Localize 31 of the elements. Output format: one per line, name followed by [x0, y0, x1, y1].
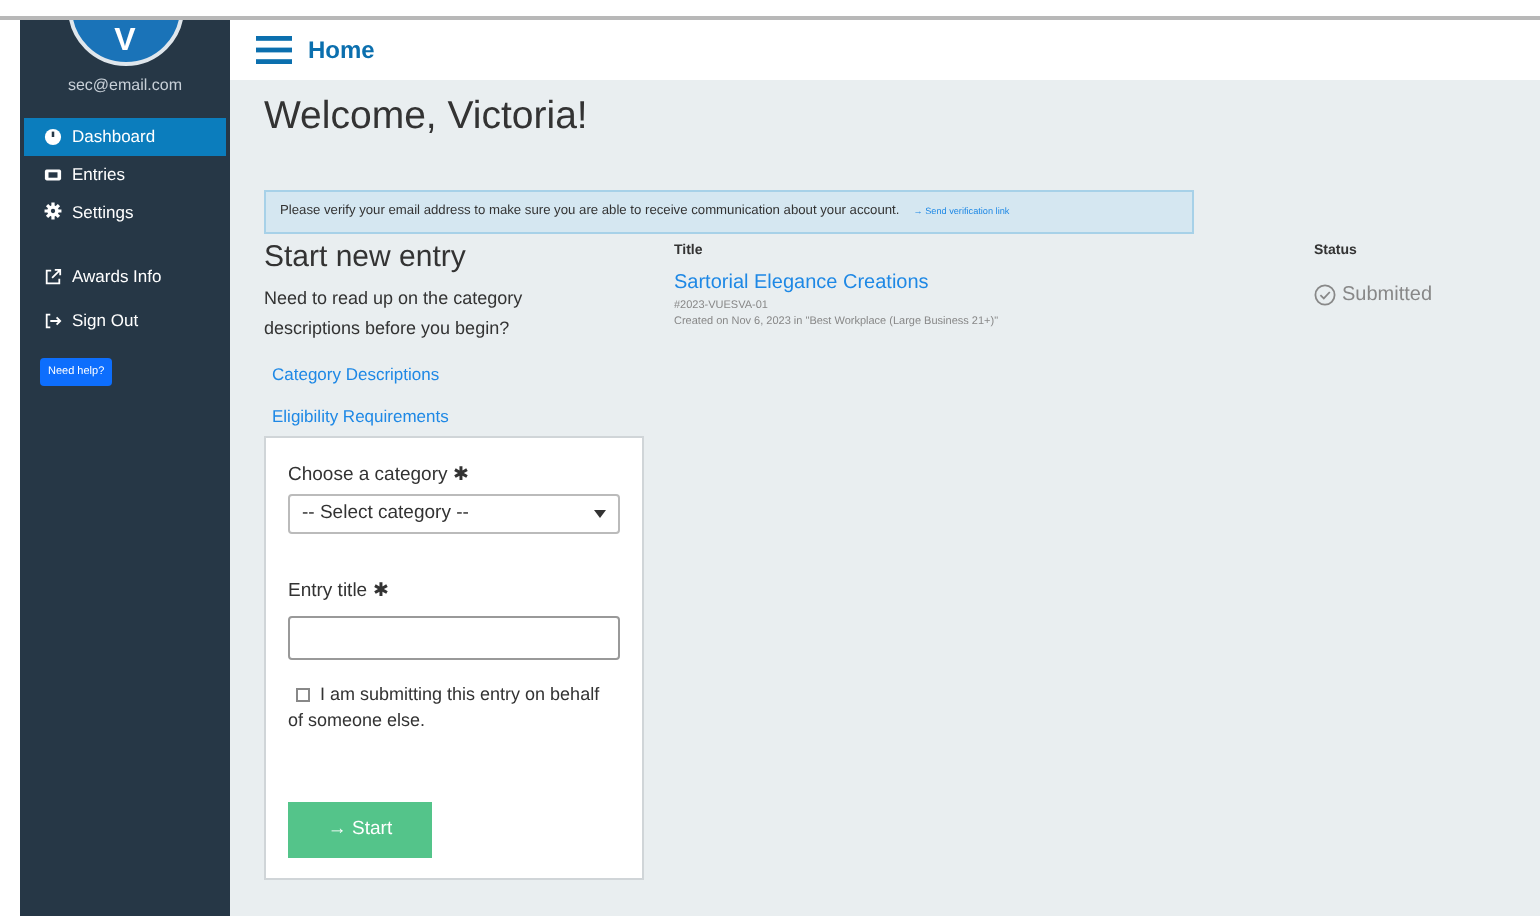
- intro-text: Need to read up on the category descriptions before you begin?: [264, 285, 525, 342]
- sidebar-item[interactable]: Settings: [24, 193, 226, 231]
- required-mark: ✱: [372, 580, 389, 603]
- sign-out-icon: [44, 311, 62, 330]
- caret-icon: [594, 510, 606, 519]
- sidebar-item[interactable]: Entries: [24, 155, 226, 193]
- status-text: Submitted: [1342, 281, 1433, 310]
- avatar: V: [67, 20, 183, 66]
- sidebar-link[interactable]: Awards Info: [24, 258, 226, 296]
- category-select[interactable]: -- Select category --: [288, 494, 620, 535]
- menu-icon[interactable]: [256, 36, 292, 64]
- required-mark: ✱: [452, 464, 469, 487]
- field-label: Choose a category: [288, 464, 448, 487]
- gauge-icon: [44, 127, 62, 146]
- entry-title-link[interactable]: Sartorial Elegance Creations: [674, 267, 1314, 298]
- checkbox[interactable]: [296, 687, 310, 702]
- user-email: sec@email.com: [65, 74, 185, 98]
- field-label: Entry title: [288, 580, 368, 603]
- welcome-heading: Welcome, Victoria!: [264, 92, 590, 142]
- info-link[interactable]: Eligibility Requirements: [272, 404, 674, 431]
- settings-icon: [44, 202, 62, 221]
- info-link[interactable]: Category Descriptions: [272, 361, 674, 387]
- on-behalf-checkbox-label: I am submitting this entry on behalf of someone else.: [288, 681, 602, 734]
- ticket-icon: [44, 165, 62, 184]
- entry-title-field[interactable]: [288, 615, 620, 660]
- sidebar-item[interactable]: Dashboard: [24, 118, 226, 156]
- page-title: Home: [308, 34, 375, 68]
- sidebar-link[interactable]: Sign Out: [24, 302, 226, 340]
- external-link-icon: [44, 268, 62, 287]
- section-heading: Start new entry: [264, 238, 468, 279]
- check-circle-icon: [1314, 283, 1336, 306]
